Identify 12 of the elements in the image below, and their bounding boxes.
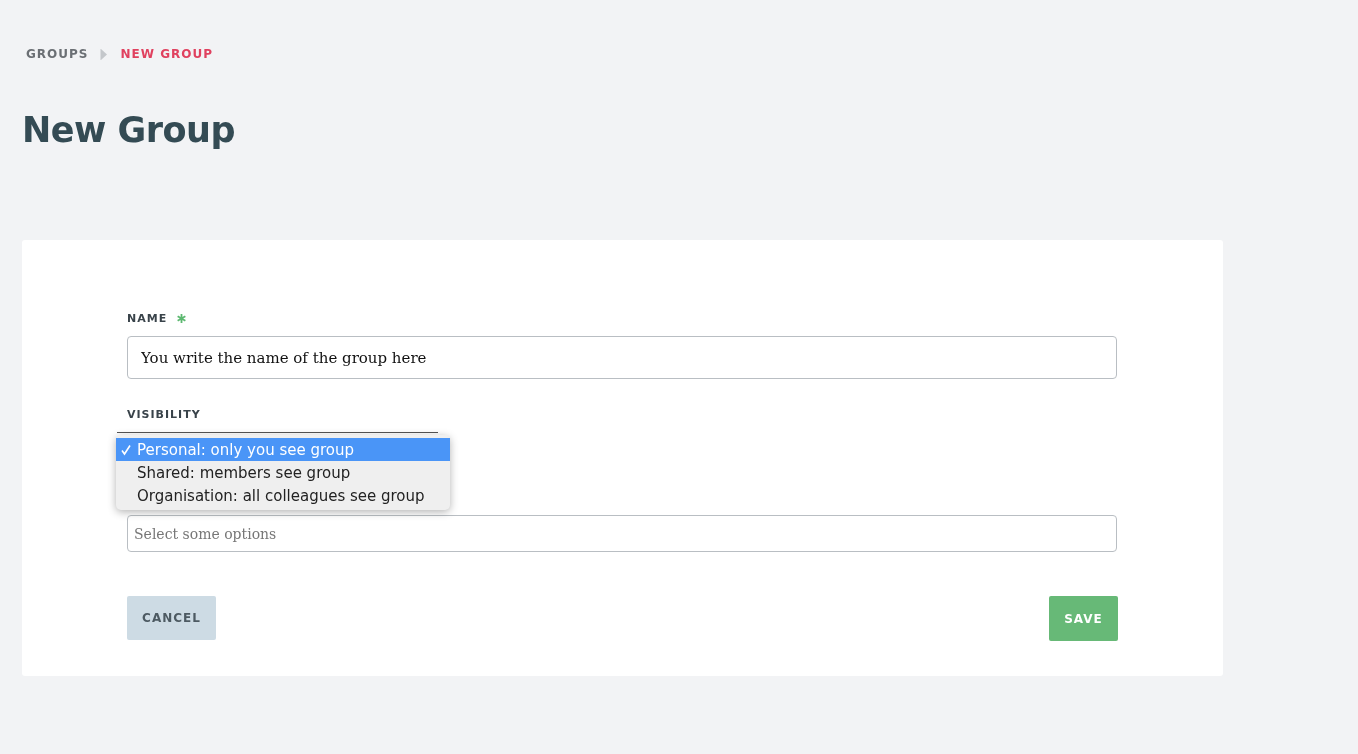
- field-label: NAME: [127, 311, 168, 325]
- dropdown-option[interactable]: Personal: only you see group: [116, 438, 450, 461]
- chevron-right-icon: [100, 48, 109, 60]
- name-input-field[interactable]: You write the name of the group here: [127, 336, 1117, 379]
- multi-select-field[interactable]: Select some options: [127, 515, 1117, 552]
- page-title: New Group: [22, 109, 236, 152]
- dropdown-option[interactable]: Organisation: all colleagues see group: [116, 484, 450, 507]
- field-label: VISIBILITY: [127, 407, 201, 421]
- dropdown-option[interactable]: Shared: members see group: [116, 461, 450, 484]
- breadcrumb-link[interactable]: GROUPS: [26, 47, 89, 61]
- cancel-button[interactable]: CANCEL: [127, 596, 216, 640]
- checkmark-icon: [120, 443, 132, 456]
